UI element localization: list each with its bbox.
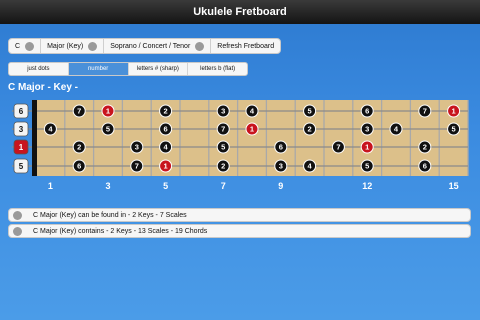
root-note-label: 1 [250, 125, 254, 134]
scale-note-label: 7 [336, 143, 340, 152]
tuning-selector[interactable]: Soprano / Concert / Tenor [104, 39, 212, 53]
root-note-label: 1 [106, 107, 110, 116]
scale-note-label: 3 [279, 162, 283, 171]
scale-note-label: 6 [365, 107, 369, 116]
key-label: C [15, 42, 21, 50]
nut [32, 100, 37, 176]
info-row-found-in[interactable]: C Major (Key) can be found in - 2 Keys -… [8, 208, 471, 222]
fret-number: 15 [449, 181, 459, 191]
root-note-label: 1 [365, 143, 369, 152]
scale-note-label: 5 [106, 125, 110, 134]
scale-note-label: 5 [452, 125, 456, 134]
scale-note-label: 3 [135, 143, 139, 152]
fret-number: 12 [362, 181, 372, 191]
toolbar: C Major (Key) Soprano / Concert / Tenor … [8, 38, 282, 54]
info-row-contains[interactable]: C Major (Key) contains - 2 Keys - 13 Sca… [8, 224, 471, 238]
tuning-label: Soprano / Concert / Tenor [110, 42, 191, 50]
scale-note-label: 3 [365, 125, 369, 134]
scale-note-label: 2 [164, 107, 168, 116]
scale-note-label: 6 [279, 143, 283, 152]
fretboard: 63157 1 2 3 4 5 6 7 14 5 6 7 1 2 3 4 52 3 4 5 6 7 1 26 7 1 2 3 4 5 61 3… [12, 100, 469, 191]
scale-note-label: 6 [164, 125, 168, 134]
scale-note-label: 7 [77, 107, 81, 116]
info-text: C Major (Key) contains - 2 Keys - 13 Sca… [33, 227, 208, 235]
scale-note-label: 6 [423, 162, 427, 171]
mode-toggle-icon[interactable] [88, 41, 98, 51]
scale-note-label: 2 [423, 143, 427, 152]
fret-number: 9 [278, 181, 283, 191]
tab-number[interactable]: number [68, 63, 129, 75]
scale-note-label: 2 [308, 125, 312, 134]
open-string-label: 3 [19, 125, 24, 134]
root-note-label: 1 [164, 162, 168, 171]
fret-number: 5 [163, 181, 168, 191]
open-string-label: 1 [19, 143, 24, 152]
root-note-label: 1 [452, 107, 456, 116]
app-title: Ukulele Fretboard [193, 6, 287, 18]
tab-letters-flat[interactable]: letters b (flat) [188, 63, 247, 75]
info-text: C Major (Key) can be found in - 2 Keys -… [33, 211, 187, 219]
scale-note-label: 6 [77, 162, 81, 171]
tab-letters-sharp[interactable]: letters # (sharp) [129, 63, 189, 75]
info-toggle-icon[interactable] [13, 210, 22, 220]
info-toggle-icon[interactable] [13, 226, 22, 236]
fret-number: 7 [221, 181, 226, 191]
mode-selector[interactable]: Major (Key) [41, 39, 105, 53]
title-bar: Ukulele Fretboard [0, 0, 480, 24]
refresh-label: Refresh Fretboard [217, 42, 275, 50]
scale-note-label: 5 [365, 162, 369, 171]
mode-label: Major (Key) [47, 42, 84, 50]
scale-note-label: 5 [308, 107, 312, 116]
tab-just-dots[interactable]: just dots [9, 63, 69, 75]
scale-note-label: 2 [77, 143, 81, 152]
display-mode-tabs: just dots number letters # (sharp) lette… [8, 62, 248, 76]
open-string-label: 5 [19, 162, 24, 171]
scale-note-label: 7 [221, 125, 225, 134]
fret-number: 3 [105, 181, 110, 191]
scale-note-label: 7 [423, 107, 427, 116]
open-string-label: 6 [19, 107, 24, 116]
scale-heading: C Major - Key - [8, 82, 79, 93]
scale-note-label: 3 [221, 107, 225, 116]
fret-number: 1 [48, 181, 53, 191]
refresh-button[interactable]: Refresh Fretboard [211, 39, 280, 53]
scale-note-label: 7 [135, 162, 139, 171]
scale-note-label: 5 [221, 143, 225, 152]
scale-note-label: 2 [221, 162, 225, 171]
key-toggle-icon[interactable] [25, 41, 35, 51]
key-selector[interactable]: C [9, 39, 42, 53]
tuning-toggle-icon[interactable] [195, 41, 205, 51]
